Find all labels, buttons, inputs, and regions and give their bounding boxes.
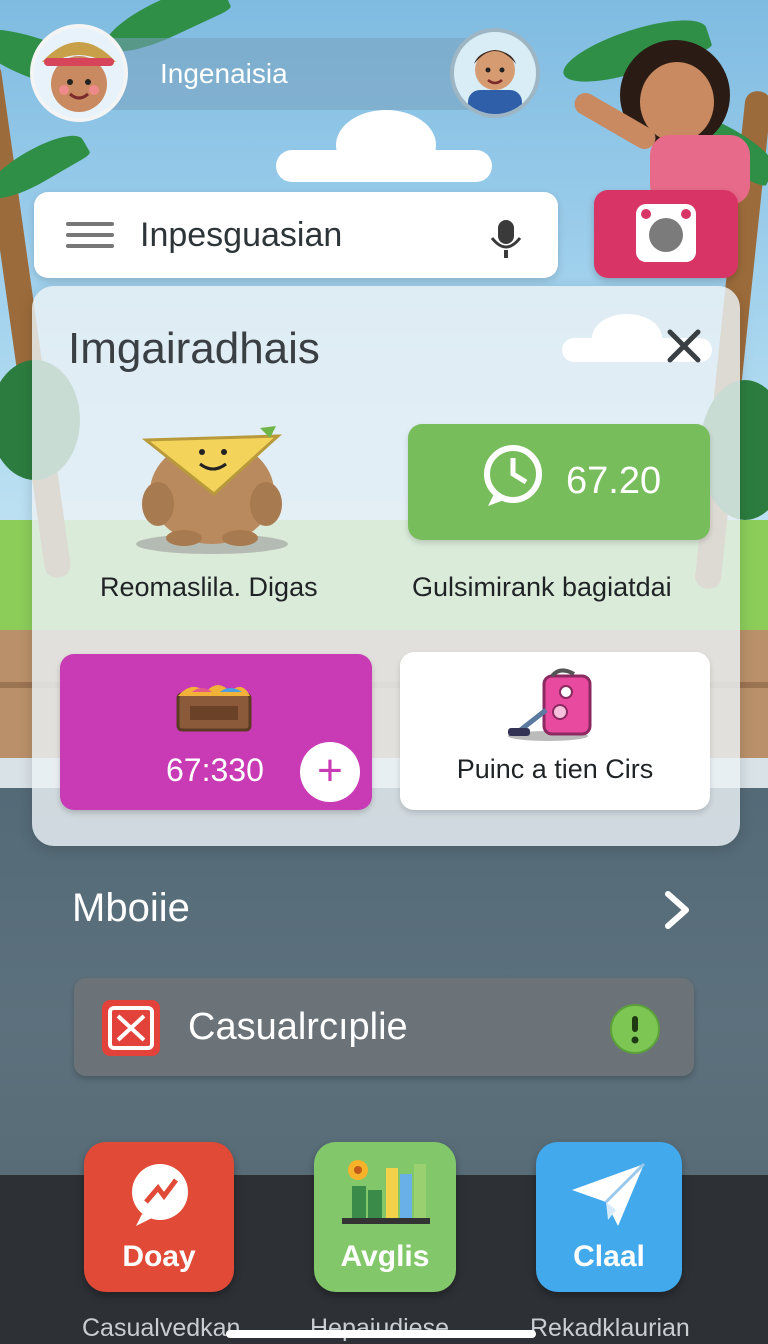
app-avglis[interactable]: Avglis bbox=[314, 1142, 456, 1292]
vacuum-card[interactable]: Puinc a tien Cirs bbox=[400, 652, 710, 810]
vacuum-card-label: Puinc a tien Cirs bbox=[456, 754, 654, 784]
panel-title: Imgairadhais bbox=[68, 324, 320, 373]
contact-avatar[interactable] bbox=[450, 28, 540, 118]
basket-card-value: 67:330 bbox=[166, 752, 264, 788]
camera-icon bbox=[636, 204, 696, 262]
paper-plane-icon bbox=[572, 1162, 646, 1226]
app-label: Claal bbox=[573, 1240, 645, 1273]
app-doay[interactable]: Doay bbox=[84, 1142, 234, 1292]
info-icon[interactable] bbox=[610, 1004, 660, 1054]
app-caption: Rekadklaurian bbox=[530, 1314, 690, 1342]
app-title: Ingenaisia bbox=[160, 58, 288, 89]
add-button[interactable]: + bbox=[300, 742, 360, 802]
search-input[interactable]: Inpesguasian bbox=[140, 216, 342, 255]
home-indicator[interactable] bbox=[226, 1330, 536, 1338]
close-icon[interactable] bbox=[664, 326, 704, 366]
chat-bubble-icon bbox=[484, 445, 542, 506]
user-avatar[interactable] bbox=[30, 24, 128, 122]
app-label: Avglis bbox=[340, 1240, 430, 1273]
cloud bbox=[592, 314, 662, 362]
chat-card-caption: Gulsimirank bagiatdai bbox=[412, 572, 672, 602]
app-caption: Hepaiudiese bbox=[310, 1314, 449, 1342]
main-panel: Imgairadhais Reomaslila. Digas 67.20 Gul… bbox=[32, 286, 740, 846]
section-title: Mboiie bbox=[72, 886, 190, 930]
search-bar[interactable]: Inpesguasian bbox=[34, 192, 558, 278]
chat-chart-icon bbox=[132, 1164, 188, 1226]
avatar-woman-icon bbox=[42, 42, 116, 112]
app-caption: Casualvedkan bbox=[82, 1314, 241, 1342]
mascot-caption: Reomaslila. Digas bbox=[100, 572, 318, 602]
app-claal[interactable]: Claal bbox=[536, 1142, 682, 1292]
basket-icon bbox=[176, 685, 252, 732]
camera-button[interactable] bbox=[594, 190, 738, 278]
menu-icon[interactable] bbox=[66, 222, 114, 250]
books-flower-icon bbox=[342, 1160, 430, 1224]
basket-card[interactable]: 67:330 + bbox=[60, 654, 372, 810]
chat-card-value: 67.20 bbox=[566, 460, 662, 502]
notice-text: Casualrcıplie bbox=[188, 1006, 408, 1048]
chat-card[interactable]: 67.20 bbox=[408, 424, 710, 540]
error-icon bbox=[102, 1000, 160, 1056]
microphone-icon[interactable] bbox=[484, 216, 528, 260]
cloud bbox=[336, 110, 436, 180]
app-label: Doay bbox=[122, 1240, 196, 1273]
avatar-man-icon bbox=[468, 50, 522, 114]
chevron-right-icon[interactable] bbox=[660, 888, 694, 932]
vacuum-icon bbox=[508, 668, 592, 741]
notice-row[interactable]: Casualrcıplie bbox=[74, 978, 694, 1076]
mascot-icon[interactable] bbox=[132, 406, 292, 556]
header-bar bbox=[90, 38, 490, 110]
